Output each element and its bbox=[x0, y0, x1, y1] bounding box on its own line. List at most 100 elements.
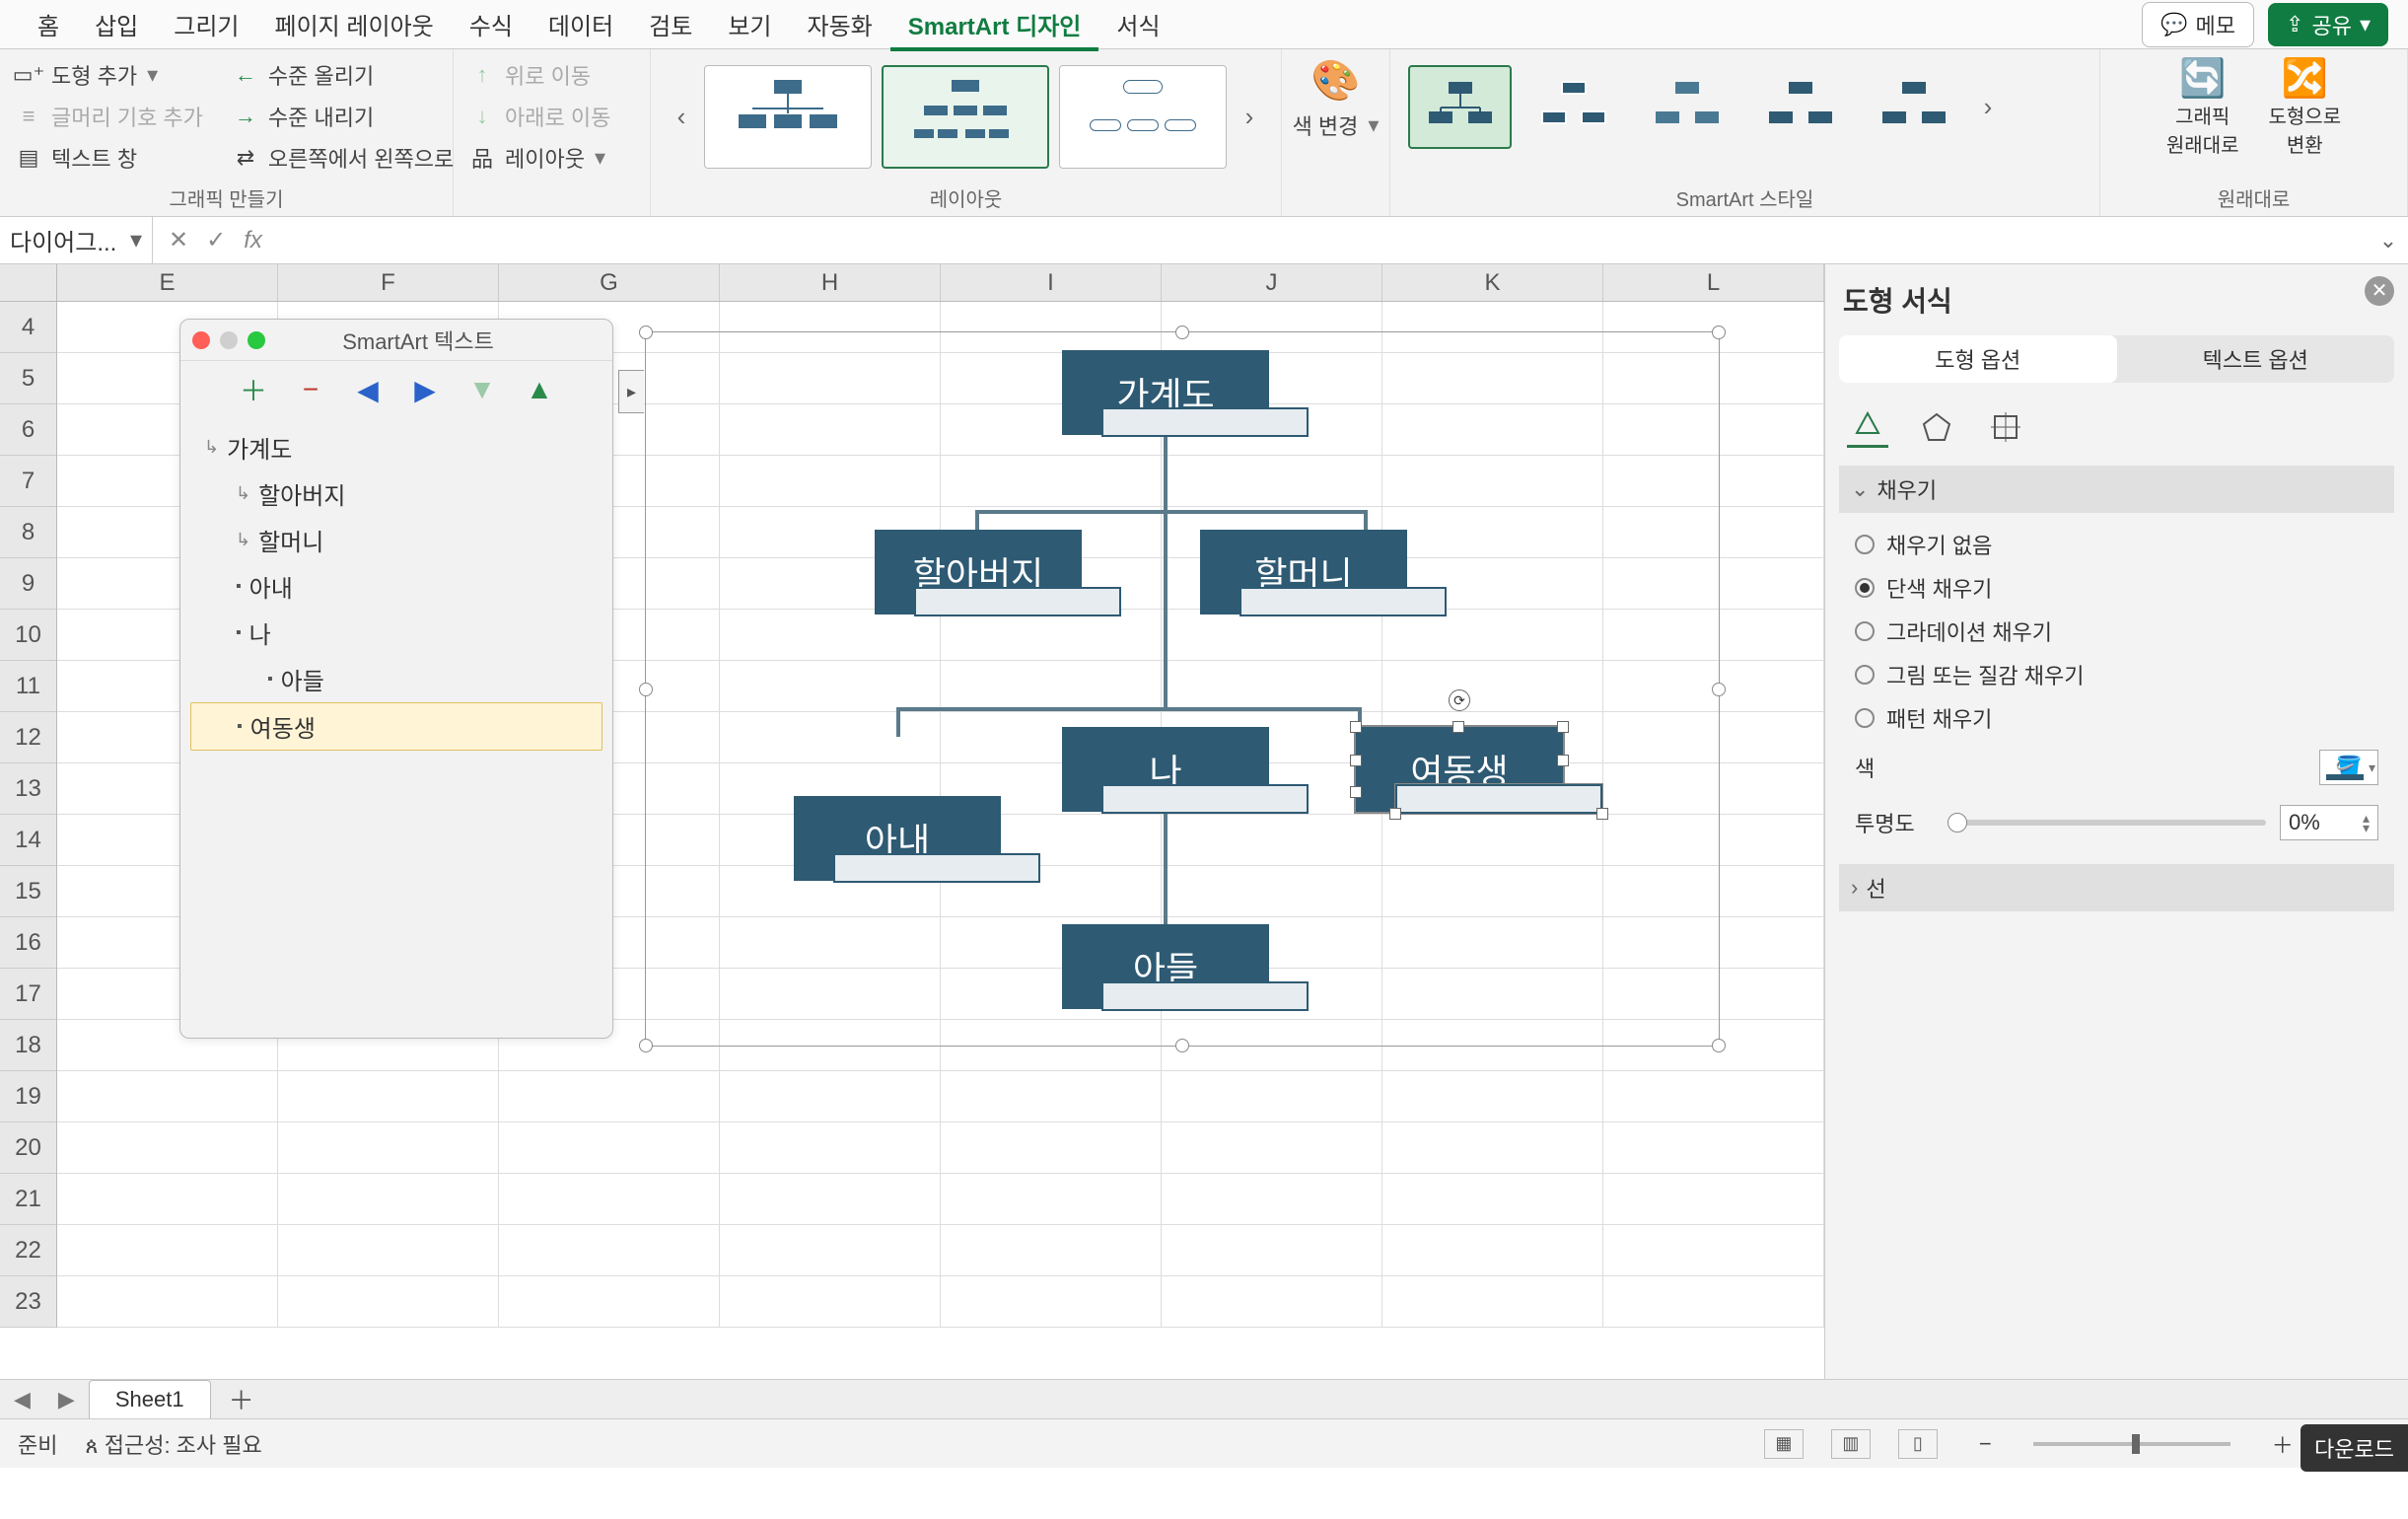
row-header[interactable]: 4 bbox=[0, 302, 56, 353]
sheet-nav-next[interactable]: ▶ bbox=[44, 1387, 89, 1412]
style-thumb-3[interactable] bbox=[1635, 65, 1738, 149]
style-thumb-5[interactable] bbox=[1862, 65, 1965, 149]
view-normal-button[interactable]: ▦ bbox=[1764, 1429, 1804, 1459]
row-header[interactable]: 21 bbox=[0, 1174, 56, 1225]
view-pagebreak-button[interactable]: ▯ bbox=[1898, 1429, 1938, 1459]
row-header[interactable]: 14 bbox=[0, 815, 56, 866]
row-header[interactable]: 10 bbox=[0, 610, 56, 661]
row-header[interactable]: 18 bbox=[0, 1020, 56, 1071]
row-header[interactable]: 17 bbox=[0, 969, 56, 1020]
fill-gradient-radio[interactable]: 그라데이션 채우기 bbox=[1839, 610, 2394, 653]
node-sister-selected[interactable]: ⟳ 여동생 bbox=[1356, 727, 1563, 812]
column-header[interactable]: J bbox=[1162, 264, 1382, 301]
rtl-button[interactable]: ⇄오른쪽에서 왼쪽으로 bbox=[229, 140, 458, 176]
shape-options-tab[interactable]: 도형 옵션 bbox=[1839, 335, 2117, 383]
fill-section-header[interactable]: ⌄채우기 bbox=[1839, 466, 2394, 513]
column-header[interactable]: F bbox=[278, 264, 499, 301]
formula-expand-button[interactable]: ⌄ bbox=[2369, 228, 2408, 253]
zoom-out-button[interactable]: − bbox=[1965, 1431, 2006, 1457]
text-pane-item[interactable]: ↳가계도 bbox=[190, 424, 602, 470]
tab-view[interactable]: 보기 bbox=[710, 1, 789, 47]
layout-thumb-3[interactable] bbox=[1059, 65, 1227, 169]
node-root[interactable]: 가계도 bbox=[1062, 350, 1269, 435]
promote-button[interactable]: ←수준 올리기 bbox=[229, 57, 458, 93]
select-all-corner[interactable] bbox=[0, 264, 57, 302]
text-pane-item[interactable]: ▪여동생 bbox=[190, 702, 602, 751]
zoom-slider[interactable] bbox=[2033, 1442, 2231, 1446]
tab-automate[interactable]: 자동화 bbox=[790, 1, 890, 47]
reset-graphic-button[interactable]: 🔄 그래픽 원래대로 bbox=[2166, 57, 2239, 158]
fill-picture-radio[interactable]: 그림 또는 질감 채우기 bbox=[1839, 653, 2394, 696]
style-thumb-4[interactable] bbox=[1748, 65, 1852, 149]
opacity-slider[interactable] bbox=[1948, 820, 2266, 826]
formula-input[interactable] bbox=[278, 217, 2369, 263]
layout-thumb-2-selected[interactable] bbox=[882, 65, 1049, 169]
accessibility-status[interactable]: ጰ 접근성: 조사 필요 bbox=[85, 1428, 261, 1460]
row-header[interactable]: 22 bbox=[0, 1225, 56, 1276]
panel-close-button[interactable]: ✕ bbox=[2365, 276, 2394, 306]
node-grandma[interactable]: 할머니 bbox=[1200, 530, 1407, 615]
text-pane-button[interactable]: ▤텍스트 창 bbox=[12, 140, 207, 176]
text-pane-toggle[interactable]: ▸ bbox=[618, 370, 644, 413]
tp-remove-icon[interactable]: − bbox=[296, 375, 325, 404]
size-props-icon[interactable] bbox=[1985, 406, 2026, 448]
tab-pagelayout[interactable]: 페이지 레이아웃 bbox=[257, 1, 452, 47]
sheet-nav-prev[interactable]: ◀ bbox=[0, 1387, 44, 1412]
tab-data[interactable]: 데이터 bbox=[531, 1, 631, 47]
tab-review[interactable]: 검토 bbox=[631, 1, 710, 47]
smartart-text-pane[interactable]: SmartArt 텍스트 ＋ − ◀ ▶ ▼ ▲ ↳가계도↳할아버지↳할머니▪아… bbox=[179, 319, 613, 1039]
node-wife[interactable]: 아내 bbox=[794, 796, 1001, 881]
style-thumb-2[interactable] bbox=[1522, 65, 1625, 149]
cancel-icon[interactable]: ✕ bbox=[169, 226, 188, 254]
tab-home[interactable]: 홈 bbox=[20, 1, 77, 47]
gallery-next-button[interactable]: › bbox=[1237, 78, 1262, 157]
node-me[interactable]: 나 bbox=[1062, 727, 1269, 812]
close-dot[interactable] bbox=[192, 331, 210, 349]
text-options-tab[interactable]: 텍스트 옵션 bbox=[2117, 335, 2395, 383]
tp-up-icon[interactable]: ▲ bbox=[525, 375, 554, 404]
tab-draw[interactable]: 그리기 bbox=[156, 1, 256, 47]
column-header[interactable]: I bbox=[941, 264, 1162, 301]
view-pagelayout-button[interactable]: ▥ bbox=[1831, 1429, 1871, 1459]
node-grandpa[interactable]: 할아버지 bbox=[875, 530, 1082, 615]
convert-shape-button[interactable]: 🔀 도형으로 변환 bbox=[2269, 57, 2342, 158]
row-header[interactable]: 7 bbox=[0, 456, 56, 507]
row-header[interactable]: 12 bbox=[0, 712, 56, 763]
spreadsheet-grid[interactable]: EFGHIJKL 4567891011121314151617181920212… bbox=[0, 264, 1824, 1379]
opacity-input[interactable]: 0%▴▾ bbox=[2280, 805, 2378, 840]
tab-formulas[interactable]: 수식 bbox=[452, 1, 531, 47]
fill-color-button[interactable]: 🪣▾ bbox=[2319, 750, 2378, 785]
tp-right-icon[interactable]: ▶ bbox=[410, 375, 440, 404]
name-box[interactable]: 다이어그...▾ bbox=[0, 217, 153, 263]
max-dot[interactable] bbox=[248, 331, 265, 349]
gallery-prev-button[interactable]: ‹ bbox=[669, 78, 694, 157]
text-pane-item[interactable]: ↳할머니 bbox=[190, 517, 602, 563]
row-header[interactable]: 20 bbox=[0, 1122, 56, 1174]
column-header[interactable]: K bbox=[1382, 264, 1603, 301]
rotate-handle[interactable]: ⟳ bbox=[1449, 689, 1470, 711]
add-sheet-button[interactable]: ＋ bbox=[211, 1381, 272, 1417]
column-header[interactable]: E bbox=[57, 264, 278, 301]
layout-menu-button[interactable]: 品레이아웃▾ bbox=[465, 140, 614, 176]
add-shape-button[interactable]: ▭⁺도형 추가▾ bbox=[12, 57, 207, 93]
tp-add-icon[interactable]: ＋ bbox=[239, 375, 268, 404]
layout-thumb-1[interactable] bbox=[704, 65, 872, 169]
tab-insert[interactable]: 삽입 bbox=[77, 1, 156, 47]
line-section-header[interactable]: ›선 bbox=[1839, 864, 2394, 911]
column-header[interactable]: G bbox=[499, 264, 720, 301]
text-pane-item[interactable]: ▪아들 bbox=[190, 656, 602, 702]
effects-icon[interactable] bbox=[1916, 406, 1957, 448]
row-header[interactable]: 8 bbox=[0, 507, 56, 558]
sheet-tab-1[interactable]: Sheet1 bbox=[89, 1380, 211, 1418]
fx-icon[interactable]: fx bbox=[244, 227, 262, 254]
memo-button[interactable]: 💬 메모 bbox=[2142, 2, 2254, 47]
smartart-object[interactable]: ▸ 가계도 할아버지 bbox=[645, 331, 1720, 1047]
node-son[interactable]: 아들 bbox=[1062, 924, 1269, 1009]
text-pane-item[interactable]: ▪아내 bbox=[190, 563, 602, 610]
row-header[interactable]: 19 bbox=[0, 1071, 56, 1122]
column-header[interactable]: L bbox=[1603, 264, 1824, 301]
tp-down-icon[interactable]: ▼ bbox=[467, 375, 497, 404]
row-header[interactable]: 6 bbox=[0, 404, 56, 456]
tp-left-icon[interactable]: ◀ bbox=[353, 375, 383, 404]
row-header[interactable]: 9 bbox=[0, 558, 56, 610]
